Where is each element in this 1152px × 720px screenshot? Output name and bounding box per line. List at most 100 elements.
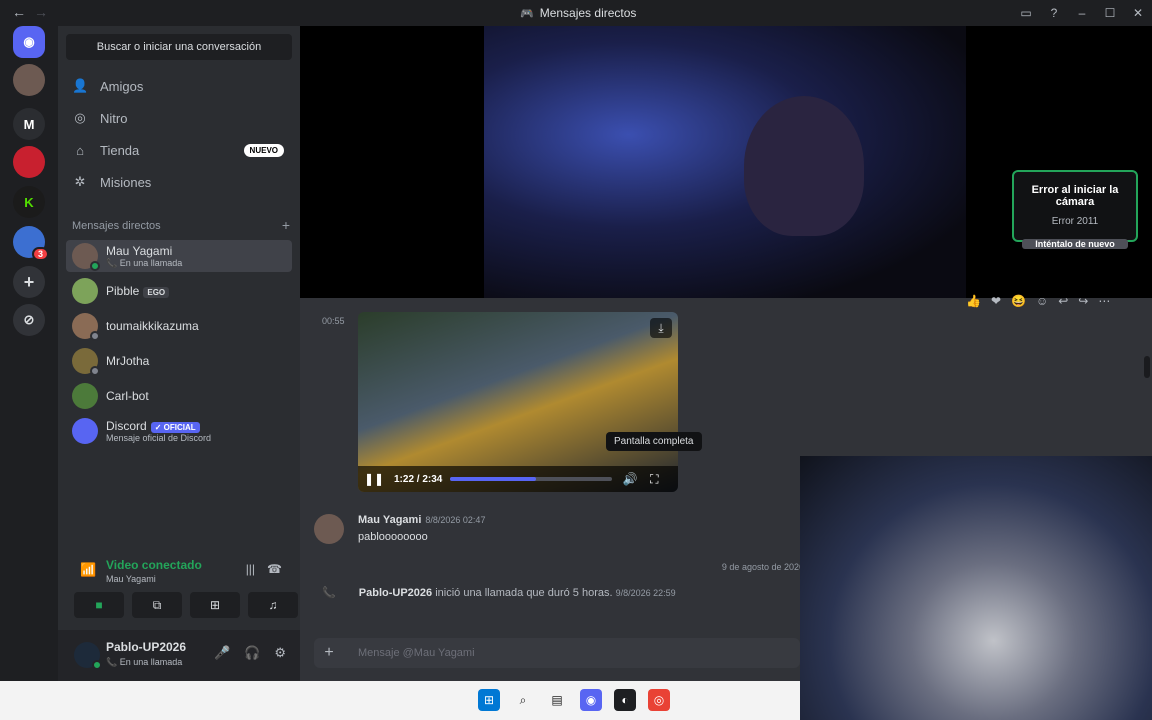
nav-nitro-label: Nitro <box>100 110 128 126</box>
windows-start-icon[interactable]: ⊞ <box>478 689 500 711</box>
nav-friends-label: Amigos <box>100 78 144 94</box>
volume-icon[interactable]: 🔊 <box>618 472 642 486</box>
discover-icon[interactable]: ⊘ <box>13 304 45 336</box>
inbox-icon[interactable]: ▭ <box>1012 0 1040 26</box>
dm-item-pibble[interactable]: Pibble EGO <box>66 275 292 307</box>
server-avatar-1[interactable] <box>13 64 45 96</box>
app-taskbar-icon[interactable]: ◐ <box>614 689 636 711</box>
user-avatar[interactable] <box>74 642 102 670</box>
server-m[interactable]: M <box>13 108 45 140</box>
nav-quests[interactable]: ✲ Misiones <box>66 168 292 196</box>
avatar <box>72 243 100 271</box>
noise-suppression-icon[interactable]: ||| <box>246 562 255 576</box>
voice-channel[interactable]: Mau Yagami <box>106 574 156 584</box>
camera-error-card: Error al iniciar la cámara Error 2011 In… <box>1012 170 1138 249</box>
call-log-text: inició una llamada que duró 5 horas. <box>435 587 613 599</box>
avatar <box>72 383 98 409</box>
video-time: 1:22 / 2:34 <box>394 473 443 485</box>
create-dm-button[interactable]: + <box>282 218 290 232</box>
chrome-icon[interactable]: ◎ <box>648 689 670 711</box>
forward-icon[interactable]: ↪ <box>1078 294 1088 308</box>
attach-plus-icon[interactable]: + <box>314 644 344 662</box>
voice-actions: ||| ☎ <box>246 562 282 576</box>
discord-logo-icon: 🎮 <box>520 7 534 20</box>
laugh-icon[interactable]: 😆 <box>1011 294 1026 308</box>
fullscreen-tooltip: Pantalla completa <box>606 432 702 451</box>
message-input[interactable] <box>344 647 800 659</box>
thumbs-up-icon[interactable]: 👍 <box>966 294 981 308</box>
new-badge: NUEVO <box>243 143 284 157</box>
server-avatar-4[interactable]: 3 <box>13 226 49 261</box>
more-icon[interactable]: ⋯ <box>1098 294 1110 308</box>
dm-item-toumaikkikazuma[interactable]: toumaikkikazuma <box>66 310 292 342</box>
nav-shop-label: Tienda <box>100 142 140 158</box>
avatar <box>72 418 98 444</box>
reply-icon[interactable]: ↩ <box>1058 294 1068 308</box>
self-camera-preview[interactable] <box>800 456 1152 720</box>
dm-item-mrjotha[interactable]: MrJotha <box>66 345 292 377</box>
retry-button[interactable]: Inténtalo de nuevo <box>1022 239 1128 249</box>
search-input[interactable]: Buscar o iniciar una conversación <box>66 34 292 60</box>
call-log-author: Pablo-UP2026 <box>358 587 433 599</box>
server-avatar-2[interactable] <box>13 146 45 178</box>
soundboard-button[interactable]: ♫ <box>248 592 298 618</box>
signal-icon[interactable]: 📶 <box>80 562 96 578</box>
pause-icon[interactable]: ❚❚ <box>362 472 386 486</box>
microphone-icon[interactable]: 🎤 <box>214 645 230 661</box>
screen-share-button[interactable]: ⧉ <box>132 592 182 618</box>
nav-friends[interactable]: 👤 Amigos <box>66 72 292 100</box>
help-icon[interactable]: ? <box>1040 0 1068 26</box>
window-title: 🎮 Mensajes directos <box>520 6 636 20</box>
home-button[interactable]: ◉ <box>13 26 45 58</box>
disconnect-icon[interactable]: ☎ <box>267 562 282 576</box>
server-rail: ◉ M K 3 + ⊘ <box>0 26 58 681</box>
dm-item-discord[interactable]: Discord ✓ OFICIAL Mensaje oficial de Disc… <box>66 415 292 447</box>
headphones-icon[interactable]: 🎧 <box>244 645 260 661</box>
status-dot <box>90 366 100 376</box>
discord-taskbar-icon[interactable]: ◉ <box>580 689 602 711</box>
ego-tag: EGO <box>143 287 170 298</box>
settings-gear-icon[interactable]: ⚙ <box>274 645 286 661</box>
dm-status: Mensaje oficial de Discord <box>106 433 212 443</box>
video-attachment[interactable]: ⤓ ❚❚ 1:22 / 2:34 🔊 ⛶ <box>358 312 678 492</box>
message-avatar[interactable] <box>314 514 344 544</box>
remote-person <box>744 96 864 236</box>
dm-item-carl-bot[interactable]: Carl-bot <box>66 380 292 412</box>
scrollbar-thumb[interactable] <box>1144 356 1150 378</box>
phone-icon: 📞 <box>106 257 118 268</box>
dm-name: MrJotha <box>106 354 150 368</box>
file-explorer-icon[interactable]: ▤ <box>546 689 568 711</box>
title-bar: ← → 🎮 Mensajes directos ▭ ? – ☐ ✕ <box>0 0 1152 26</box>
dm-section-header: Mensajes directos + <box>72 218 290 232</box>
activities-button[interactable]: ⊞ <box>190 592 240 618</box>
minimize-button[interactable]: – <box>1068 0 1096 26</box>
heart-icon[interactable]: ❤ <box>991 294 1001 308</box>
nav-nitro[interactable]: ◎ Nitro <box>66 104 292 132</box>
voice-status: Video conectado <box>106 558 202 572</box>
nav-shop[interactable]: ⌂ Tienda NUEVO <box>66 136 292 164</box>
dm-name: Carl-bot <box>106 389 149 403</box>
back-arrow-icon[interactable]: ← <box>12 4 26 20</box>
avatar <box>72 278 98 304</box>
message-toolbar: 👍 ❤ 😆 ☺ ↩ ↪ ⋯ <box>966 294 1110 308</box>
search-icon[interactable]: ⌕ <box>512 689 534 711</box>
voice-buttons: ■ ⧉ ⊞ ♫ <box>74 592 298 618</box>
server-avatar-3[interactable]: K <box>13 186 45 218</box>
status-dot <box>90 331 100 341</box>
dm-sidebar: Buscar o iniciar una conversación 👤 Amig… <box>58 26 300 681</box>
voice-panel: 📶 Video conectado Mau Yagami ||| ☎ ■ ⧉ ⊞… <box>66 550 298 626</box>
camera-button[interactable]: ■ <box>74 592 124 618</box>
close-button[interactable]: ✕ <box>1124 0 1152 26</box>
add-reaction-icon[interactable]: ☺ <box>1036 294 1048 308</box>
dm-item-mau-yagami[interactable]: Mau Yagami 📞 En una llamada <box>66 240 292 272</box>
maximize-button[interactable]: ☐ <box>1096 0 1124 26</box>
remote-video[interactable] <box>484 26 966 298</box>
download-icon[interactable]: ⤓ <box>650 318 672 338</box>
fullscreen-icon[interactable]: ⛶ <box>642 472 666 487</box>
video-progress[interactable] <box>450 477 613 481</box>
quests-icon: ✲ <box>74 174 86 189</box>
add-server-icon[interactable]: + <box>13 266 45 298</box>
forward-arrow-icon[interactable]: → <box>34 4 48 20</box>
message-date: 8/8/2026 02:47 <box>425 515 486 525</box>
dm-status: 📞 En una llamada <box>106 257 183 268</box>
